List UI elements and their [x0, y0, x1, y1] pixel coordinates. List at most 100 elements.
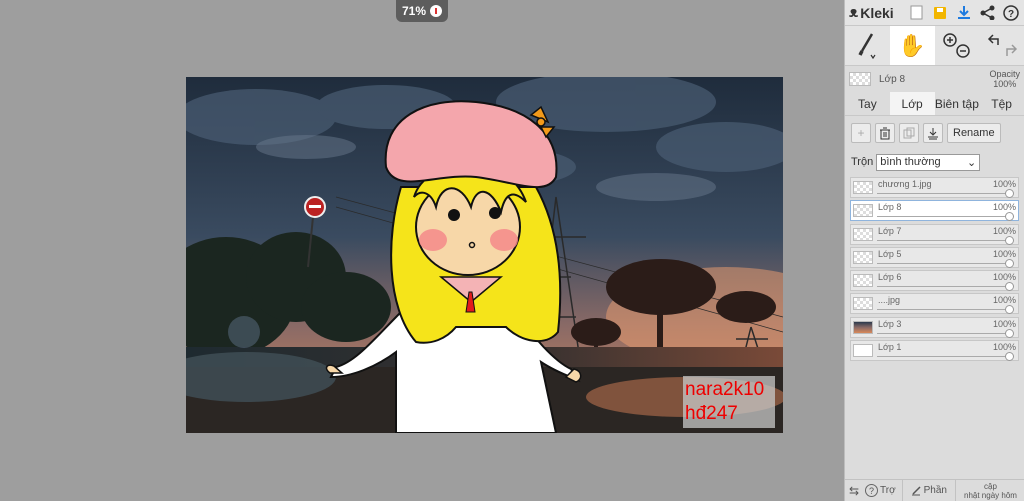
- help-button[interactable]: ? Trợ: [863, 480, 903, 501]
- redo-icon[interactable]: [1005, 43, 1017, 56]
- layer-opacity-slider[interactable]: [877, 258, 1014, 268]
- layer-thumbnail: [853, 204, 873, 218]
- layer-name: Lớp 7: [878, 225, 902, 236]
- zoom-buttons: [935, 26, 980, 65]
- swap-panel-icon[interactable]: ⇆: [845, 480, 863, 501]
- layer-opacity: 100%: [992, 272, 1016, 283]
- slider-knob[interactable]: [1005, 212, 1014, 222]
- tab-layers[interactable]: Lớp: [889, 92, 935, 115]
- zoom-indicator[interactable]: 71%: [396, 0, 448, 22]
- layer-list: chương 1.jpg 100% Lớp 8 100% Lớp 7 100% …: [845, 174, 1024, 362]
- slider-knob[interactable]: [1005, 305, 1014, 315]
- share-button[interactable]: Phần: [903, 480, 956, 501]
- layer-name: chương 1.jpg: [878, 179, 932, 189]
- merge-down-icon: [928, 127, 938, 139]
- duplicate-icon: [903, 127, 915, 139]
- brush-small-icon: [911, 485, 921, 495]
- opacity-label: Opacity: [989, 69, 1020, 79]
- layer-opacity: 100%: [992, 295, 1016, 306]
- watermark-line-1: nara2k10: [685, 379, 765, 400]
- layer-thumbnail: [853, 320, 873, 334]
- blend-mode-label: Trộn: [851, 156, 874, 168]
- canvas-area[interactable]: 71% nara2k10 hđ247: [0, 0, 844, 501]
- download-icon[interactable]: [955, 4, 973, 22]
- question-icon: ?: [865, 484, 878, 497]
- layer-item[interactable]: chương 1.jpg 100%: [850, 177, 1019, 198]
- layer-opacity-slider[interactable]: [877, 282, 1014, 292]
- zoom-out-icon[interactable]: [956, 43, 970, 58]
- layer-opacity-slider[interactable]: [877, 352, 1014, 362]
- slider-knob[interactable]: [1005, 189, 1014, 198]
- layer-name: Lớp 5: [878, 248, 902, 259]
- blend-mode-value: bình thường: [880, 156, 941, 168]
- undo-icon[interactable]: [987, 33, 999, 45]
- slider-knob[interactable]: [1005, 282, 1014, 292]
- watermark-line-2: hđ247: [685, 403, 738, 424]
- duplicate-layer-button[interactable]: [899, 123, 919, 143]
- update-line-1: cập: [984, 481, 997, 491]
- tab-file[interactable]: Tệp: [979, 92, 1024, 115]
- layer-item-selected[interactable]: Lớp 8 100%: [850, 200, 1019, 222]
- svg-text:?: ?: [1008, 9, 1014, 20]
- trash-icon: [880, 127, 890, 139]
- layer-opacity-slider[interactable]: [877, 189, 1014, 198]
- tab-edit[interactable]: Biên tập: [935, 92, 980, 115]
- layer-item[interactable]: Lớp 7 100%: [850, 223, 1019, 245]
- layer-item[interactable]: ....jpg 100%: [850, 293, 1019, 315]
- update-notice[interactable]: cập nhật ngày hôm: [956, 480, 1024, 501]
- current-layer-name: Lớp 8: [879, 73, 906, 85]
- layer-thumbnail: [853, 297, 873, 311]
- layer-name: ....jpg: [878, 295, 901, 306]
- slider-knob[interactable]: [1005, 235, 1014, 245]
- slider-knob[interactable]: [1005, 352, 1014, 362]
- layer-thumbnail: [853, 227, 873, 241]
- app-logo[interactable]: ᴥ Kleki: [849, 4, 902, 21]
- share-icon[interactable]: [979, 4, 997, 22]
- layer-thumbnail: [853, 181, 873, 194]
- kleki-logo-icon: ᴥ: [849, 4, 859, 21]
- layer-name: Lớp 8: [878, 202, 902, 213]
- tab-brush[interactable]: Tay: [845, 92, 890, 115]
- save-icon[interactable]: [932, 4, 950, 22]
- layer-opacity-slider[interactable]: [877, 305, 1014, 315]
- add-layer-button[interactable]: +: [851, 123, 871, 143]
- brush-icon: [858, 32, 876, 59]
- top-bar: ᴥ Kleki ?: [845, 0, 1024, 26]
- layer-item[interactable]: Lớp 3 100%: [850, 316, 1019, 338]
- layer-thumbnail: [853, 250, 873, 264]
- layer-thumbnail: [853, 274, 873, 288]
- app-name: Kleki: [860, 4, 894, 21]
- layer-toolbar: + Rename: [845, 116, 1024, 150]
- brush-tool-button[interactable]: [845, 26, 890, 65]
- layer-opacity: 100%: [992, 225, 1016, 236]
- layer-opacity-slider[interactable]: [877, 235, 1014, 245]
- zoom-in-icon[interactable]: [943, 32, 957, 47]
- zoom-label: 71%: [401, 4, 427, 18]
- slider-knob[interactable]: [1005, 258, 1014, 268]
- current-layer-preview: Lớp 8 Opacity 100%: [845, 66, 1024, 92]
- rename-layer-button[interactable]: Rename: [947, 123, 1001, 143]
- panel-tabs: Tay Lớp Biên tập Tệp: [845, 92, 1024, 116]
- undo-redo-buttons: [979, 26, 1024, 65]
- layer-item[interactable]: Lớp 1 100%: [850, 340, 1019, 362]
- help-icon[interactable]: ?: [1002, 4, 1020, 22]
- chevron-down-icon: ⌄: [967, 156, 977, 169]
- layer-item[interactable]: Lớp 6 100%: [850, 270, 1019, 292]
- merge-layer-button[interactable]: [923, 123, 943, 143]
- layer-name: Lớp 3: [878, 318, 902, 329]
- layer-opacity-slider[interactable]: [877, 212, 1014, 222]
- blend-mode-select[interactable]: bình thường ⌄: [876, 153, 981, 171]
- share-label: Phần: [923, 485, 947, 496]
- delete-layer-button[interactable]: [875, 123, 895, 143]
- layer-thumbnail: [853, 344, 873, 358]
- layer-item[interactable]: Lớp 5 100%: [850, 246, 1019, 268]
- layer-opacity: 100%: [992, 202, 1016, 213]
- layer-preview-thumbnail: [849, 72, 871, 86]
- layer-opacity-slider[interactable]: [877, 328, 1014, 338]
- slider-knob[interactable]: [1005, 328, 1014, 338]
- blend-mode-row: Trộn bình thường ⌄: [845, 150, 1024, 174]
- watermark-text: nara2k10 hđ247: [683, 376, 775, 428]
- zoom-reset-icon[interactable]: [430, 5, 443, 17]
- new-file-icon[interactable]: [908, 4, 926, 22]
- hand-tool-button[interactable]: ✋: [889, 26, 935, 65]
